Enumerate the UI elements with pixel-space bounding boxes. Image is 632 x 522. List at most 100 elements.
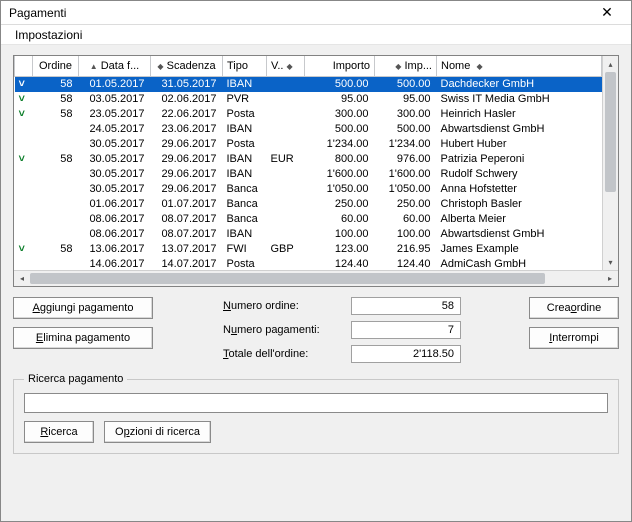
cell-importo: 95.00 <box>305 92 375 107</box>
scroll-left-icon[interactable]: ◂ <box>14 274 30 283</box>
order-number-value: 58 <box>351 297 461 315</box>
row-mark <box>15 197 33 212</box>
table-row[interactable]: 30.05.201729.06.2017Posta1'234.001'234.0… <box>15 137 602 152</box>
col-tipo[interactable]: Tipo <box>223 56 267 76</box>
table-row[interactable]: ˅5803.05.201702.06.2017PVR95.0095.00Swis… <box>15 92 602 107</box>
cell-scadenza: 08.07.2017 <box>151 212 223 227</box>
cell-importo: 1'600.00 <box>305 167 375 182</box>
cell-tipo: Posta <box>223 107 267 122</box>
cell-importo: 123.00 <box>305 242 375 257</box>
search-options-button[interactable]: Opzioni di ricerca <box>104 421 211 443</box>
col-mark[interactable] <box>15 56 33 76</box>
cell-ordine: 58 <box>33 107 79 122</box>
add-payment-button[interactable]: Aggiungi pagamento <box>13 297 153 319</box>
search-button[interactable]: Ricerca <box>24 421 94 443</box>
cell-valuta <box>267 212 305 227</box>
horizontal-scrollbar[interactable]: ◂ ▸ <box>14 270 618 286</box>
table-row[interactable]: ˅5801.05.201731.05.2017IBAN500.00500.00D… <box>15 76 602 92</box>
table-row[interactable]: 01.06.201701.07.2017Banca250.00250.00Chr… <box>15 197 602 212</box>
hscroll-thumb[interactable] <box>30 273 545 284</box>
search-groupbox: Ricerca pagamento Ricerca Opzioni di ric… <box>13 373 619 454</box>
table-row[interactable]: 14.06.201714.07.2017Posta124.40124.40Adm… <box>15 257 602 271</box>
cell-ordine <box>33 122 79 137</box>
cell-dataf: 13.06.2017 <box>79 242 151 257</box>
col-imp2-label: Imp... <box>404 60 432 72</box>
middle-area: Aggiungi pagamento Elimina pagamento Num… <box>13 297 619 363</box>
payment-count-value: 7 <box>351 321 461 339</box>
cell-nome: AdmiCash GmbH <box>437 257 602 271</box>
cell-ordine <box>33 257 79 271</box>
cell-imp2: 1'234.00 <box>375 137 437 152</box>
table-row[interactable]: 30.05.201729.06.2017Banca1'050.001'050.0… <box>15 182 602 197</box>
cell-ordine: 58 <box>33 76 79 92</box>
vertical-scrollbar[interactable]: ▴ ▾ <box>602 56 618 270</box>
cell-tipo: IBAN <box>223 167 267 182</box>
cell-valuta <box>267 92 305 107</box>
scroll-down-icon[interactable]: ▾ <box>603 254 618 270</box>
col-importo[interactable]: Importo <box>305 56 375 76</box>
scroll-right-icon[interactable]: ▸ <box>602 274 618 283</box>
create-order-button[interactable]: Crea ordine <box>529 297 619 319</box>
cell-dataf: 24.05.2017 <box>79 122 151 137</box>
cell-dataf: 08.06.2017 <box>79 227 151 242</box>
table-row[interactable]: ˅5830.05.201729.06.2017IBANEUR800.00976.… <box>15 152 602 167</box>
cell-ordine <box>33 167 79 182</box>
dialog-window: Pagamenti ✕ Impostazioni <box>0 0 632 522</box>
order-total-row: Totale dell'ordine: 2'118.50 <box>223 345 509 363</box>
row-mark <box>15 167 33 182</box>
cell-ordine <box>33 197 79 212</box>
cell-imp2: 250.00 <box>375 197 437 212</box>
cell-nome: Patrizia Peperoni <box>437 152 602 167</box>
cell-imp2: 1'600.00 <box>375 167 437 182</box>
order-number-label: Numero ordine: <box>223 300 343 312</box>
delete-payment-label: limina pagamento <box>43 332 130 344</box>
interrupt-button[interactable]: Interrompi <box>529 327 619 349</box>
row-mark: ˅ <box>15 76 33 92</box>
col-scadenza-label: Scadenza <box>167 60 216 72</box>
cell-tipo: Banca <box>223 197 267 212</box>
scroll-thumb[interactable] <box>605 72 616 192</box>
cell-tipo: Posta <box>223 257 267 271</box>
cell-scadenza: 01.07.2017 <box>151 197 223 212</box>
close-button[interactable]: ✕ <box>589 3 625 23</box>
table-row[interactable]: ˅5823.05.201722.06.2017Posta300.00300.00… <box>15 107 602 122</box>
order-total-label: Totale dell'ordine: <box>223 348 343 360</box>
cell-imp2: 95.00 <box>375 92 437 107</box>
col-nome[interactable]: Nome ◆ <box>437 56 602 76</box>
order-total-value: 2'118.50 <box>351 345 461 363</box>
add-payment-label: ggiungi pagamento <box>40 302 134 314</box>
payments-table[interactable]: Ordine ▲ Data f... ◆ Scadenza Tipo V.. ◆… <box>14 56 602 270</box>
cell-nome: James Example <box>437 242 602 257</box>
cell-imp2: 976.00 <box>375 152 437 167</box>
search-input[interactable] <box>24 393 608 413</box>
cell-dataf: 30.05.2017 <box>79 152 151 167</box>
table-row[interactable]: ˅5813.06.201713.07.2017FWIGBP123.00216.9… <box>15 242 602 257</box>
cell-dataf: 01.06.2017 <box>79 197 151 212</box>
cell-scadenza: 29.06.2017 <box>151 137 223 152</box>
cell-imp2: 500.00 <box>375 122 437 137</box>
scroll-up-icon[interactable]: ▴ <box>603 56 618 72</box>
cell-nome: Swiss IT Media GmbH <box>437 92 602 107</box>
table-row[interactable]: 08.06.201708.07.2017IBAN100.00100.00Abwa… <box>15 227 602 242</box>
cell-importo: 100.00 <box>305 227 375 242</box>
table-row[interactable]: 30.05.201729.06.2017IBAN1'600.001'600.00… <box>15 167 602 182</box>
row-mark: ˅ <box>15 242 33 257</box>
table-row[interactable]: 24.05.201723.06.2017IBAN500.00500.00Abwa… <box>15 122 602 137</box>
col-ordine[interactable]: Ordine <box>33 56 79 76</box>
cell-imp2: 300.00 <box>375 107 437 122</box>
col-dataf[interactable]: ▲ Data f... <box>79 56 151 76</box>
cell-nome: Dachdecker GmbH <box>437 76 602 92</box>
table-row[interactable]: 08.06.201708.07.2017Banca60.0060.00Alber… <box>15 212 602 227</box>
cell-ordine <box>33 212 79 227</box>
row-mark: ˅ <box>15 107 33 122</box>
cell-nome: Hubert Huber <box>437 137 602 152</box>
menu-impostazioni[interactable]: Impostazioni <box>9 26 88 44</box>
delete-payment-button[interactable]: Elimina pagamento <box>13 327 153 349</box>
col-imp2[interactable]: ◆ Imp... <box>375 56 437 76</box>
cell-valuta <box>267 227 305 242</box>
cell-ordine: 58 <box>33 152 79 167</box>
cell-ordine <box>33 182 79 197</box>
col-valuta[interactable]: V.. ◆ <box>267 56 305 76</box>
col-scadenza[interactable]: ◆ Scadenza <box>151 56 223 76</box>
col-ordine-label: Ordine <box>39 60 72 72</box>
